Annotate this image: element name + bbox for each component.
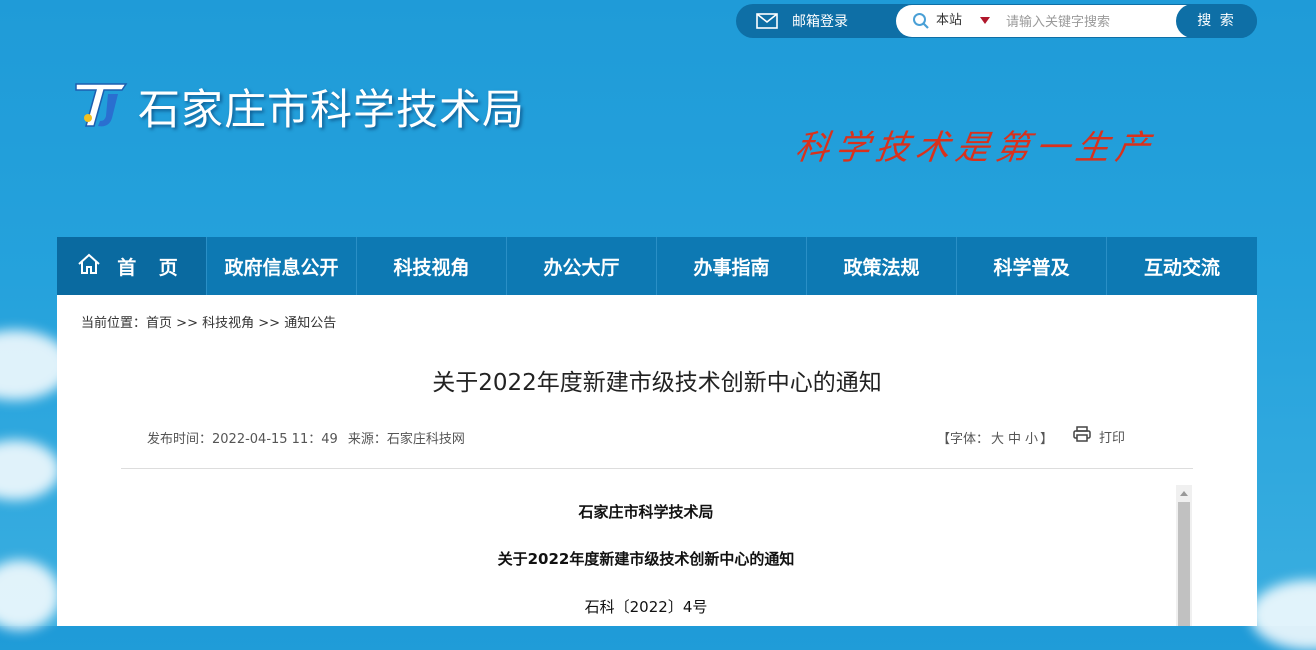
article-meta: 发布时间：2022-04-15 11：49 来源：石家庄科技网: [147, 428, 465, 447]
article-title: 关于2022年度新建市级技术创新中心的通知: [432, 370, 882, 396]
breadcrumb-link-home[interactable]: 首页: [146, 316, 172, 331]
font-size-switcher: 【字体：大中小】: [937, 428, 1053, 447]
site-title: 石家庄市科学技术局: [138, 85, 526, 134]
nav-item-interaction[interactable]: 互动交流: [1107, 237, 1257, 295]
breadcrumb-link-notice[interactable]: 通知公告: [284, 316, 336, 331]
search-box: 本站: [896, 5, 1216, 37]
divider: [121, 468, 1193, 469]
site-logo-icon: [72, 76, 130, 134]
article-source: 来源：石家庄科技网: [347, 432, 465, 447]
body-doc-number: 石科〔2022〕4号: [584, 598, 708, 616]
mail-icon: [756, 13, 778, 29]
article-body: 石家庄市科学技术局 关于2022年度新建市级技术创新中心的通知 石科〔2022〕…: [121, 485, 1193, 626]
nav-item-office-hall[interactable]: 办公大厅: [507, 237, 657, 295]
breadcrumb: 当前位置：首页 >> 科技视角 >> 通知公告: [81, 312, 336, 331]
search-input[interactable]: [1004, 11, 1178, 33]
dropdown-triangle-icon[interactable]: [980, 17, 990, 24]
nav-item-label: 首 页: [117, 256, 186, 279]
breadcrumb-sep: >>: [258, 316, 281, 331]
cloud-decoration: [0, 440, 60, 500]
top-bar: 邮箱登录 本站 搜 索: [736, 4, 1257, 38]
slogan: 科学技术是第一生产: [792, 128, 1159, 168]
font-size-large[interactable]: 大: [991, 432, 1004, 447]
home-icon: [77, 252, 101, 281]
search-button[interactable]: 搜 索: [1176, 4, 1257, 38]
nav-item-science[interactable]: 科学普及: [957, 237, 1107, 295]
nav-item-home[interactable]: 首 页: [57, 237, 207, 295]
printer-icon: [1073, 426, 1091, 446]
font-label-open: 【字体：: [937, 432, 990, 447]
font-size-medium[interactable]: 中: [1008, 432, 1021, 447]
content-panel: 当前位置：首页 >> 科技视角 >> 通知公告 关于2022年度新建市级技术创新…: [57, 295, 1257, 626]
cloud-decoration: [0, 560, 60, 630]
print-label: 打印: [1099, 430, 1126, 446]
mail-login-label: 邮箱登录: [792, 14, 848, 30]
breadcrumb-link-tech-view[interactable]: 科技视角: [202, 316, 254, 331]
breadcrumb-sep: >>: [176, 316, 198, 331]
nav-item-policy[interactable]: 政策法规: [807, 237, 957, 295]
breadcrumb-prefix: 当前位置：: [81, 316, 147, 331]
main-nav: 首 页 政府信息公开 科技视角 办公大厅 办事指南 政策法规 科学普及 互动交流: [57, 237, 1257, 295]
font-label-close: 】: [1040, 432, 1054, 447]
nav-item-guide[interactable]: 办事指南: [657, 237, 807, 295]
nav-item-gov-info[interactable]: 政府信息公开: [207, 237, 357, 295]
cloud-decoration: [1250, 580, 1316, 650]
print-button[interactable]: 打印: [1073, 426, 1125, 446]
nav-item-tech-view[interactable]: 科技视角: [357, 237, 507, 295]
mail-login-link[interactable]: 邮箱登录: [756, 4, 848, 38]
search-scope-select[interactable]: 本站: [936, 5, 962, 37]
scroll-up-icon[interactable]: [1180, 491, 1188, 496]
scrollbar-thumb[interactable]: [1178, 502, 1190, 626]
font-size-small[interactable]: 小: [1025, 432, 1038, 447]
publish-time: 发布时间：2022-04-15 11：49: [147, 432, 338, 447]
body-org: 石家庄市科学技术局: [578, 503, 714, 521]
scrollbar[interactable]: [1176, 485, 1192, 626]
search-icon: [912, 12, 930, 34]
body-heading: 关于2022年度新建市级技术创新中心的通知: [497, 550, 795, 568]
